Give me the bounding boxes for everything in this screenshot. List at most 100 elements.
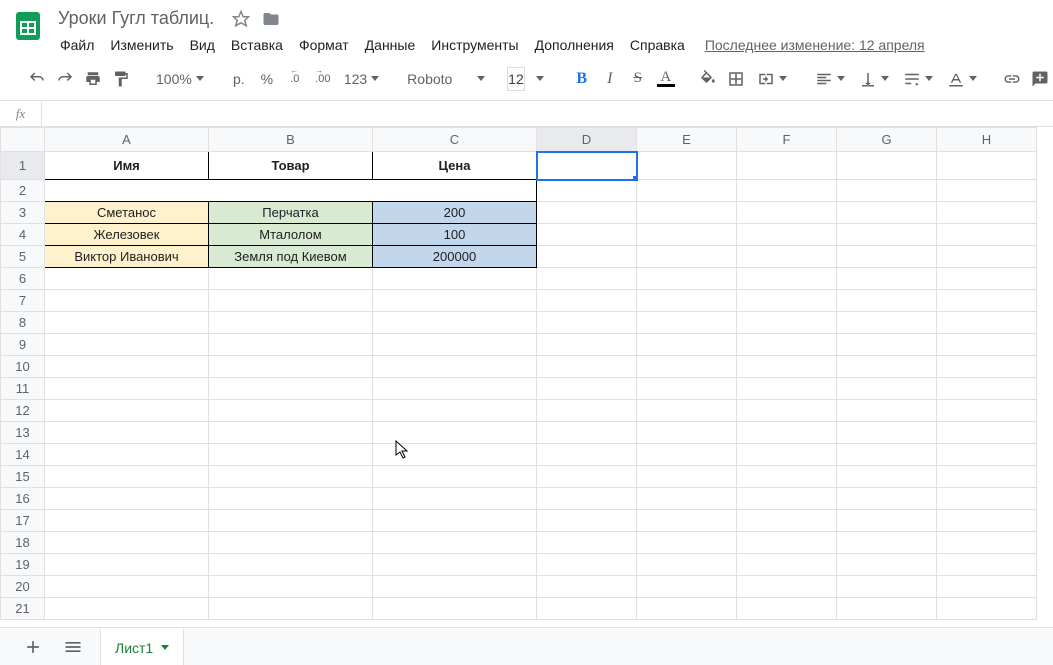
- cell[interactable]: [837, 576, 937, 598]
- cell[interactable]: [937, 532, 1037, 554]
- corner-select-all[interactable]: [1, 128, 45, 152]
- zoom-dropdown[interactable]: 100%: [150, 66, 210, 92]
- cell[interactable]: [737, 466, 837, 488]
- cell[interactable]: [537, 180, 637, 202]
- cell[interactable]: [637, 290, 737, 312]
- cell[interactable]: [373, 554, 537, 576]
- fill-color-button[interactable]: [695, 66, 721, 92]
- cell[interactable]: [537, 444, 637, 466]
- cell[interactable]: [373, 510, 537, 532]
- cell[interactable]: [209, 334, 373, 356]
- text-rotation-dropdown[interactable]: [941, 66, 983, 92]
- cell[interactable]: [373, 488, 537, 510]
- cell[interactable]: [637, 400, 737, 422]
- cell[interactable]: [637, 488, 737, 510]
- cell[interactable]: [937, 444, 1037, 466]
- merge-cells-dropdown[interactable]: [751, 66, 793, 92]
- paint-format-button[interactable]: [108, 66, 134, 92]
- cell[interactable]: [837, 488, 937, 510]
- cell[interactable]: [373, 466, 537, 488]
- number-format-dropdown[interactable]: 123: [338, 66, 385, 92]
- row-header[interactable]: 18: [1, 532, 45, 554]
- cell[interactable]: [45, 180, 537, 202]
- cell[interactable]: [837, 290, 937, 312]
- cell[interactable]: [537, 598, 637, 620]
- cell[interactable]: [937, 180, 1037, 202]
- cell[interactable]: [45, 554, 209, 576]
- cell[interactable]: [45, 466, 209, 488]
- cell[interactable]: [637, 576, 737, 598]
- formula-input[interactable]: [42, 101, 1053, 126]
- decrease-decimal-button[interactable]: .0←: [282, 66, 308, 92]
- menu-data[interactable]: Данные: [357, 33, 424, 57]
- cell[interactable]: [45, 488, 209, 510]
- star-icon[interactable]: [232, 10, 250, 28]
- cell[interactable]: [737, 268, 837, 290]
- cell[interactable]: [45, 356, 209, 378]
- cell[interactable]: [937, 224, 1037, 246]
- row-header[interactable]: 1: [1, 152, 45, 180]
- cell[interactable]: [837, 246, 937, 268]
- menu-view[interactable]: Вид: [182, 33, 223, 57]
- row-header[interactable]: 16: [1, 488, 45, 510]
- column-header[interactable]: E: [637, 128, 737, 152]
- cell[interactable]: [737, 510, 837, 532]
- cell[interactable]: [637, 356, 737, 378]
- sheets-logo[interactable]: [8, 6, 48, 46]
- cell[interactable]: [737, 180, 837, 202]
- cell[interactable]: Земля под Киевом: [209, 246, 373, 268]
- row-header[interactable]: 7: [1, 290, 45, 312]
- row-header[interactable]: 17: [1, 510, 45, 532]
- cell[interactable]: [837, 532, 937, 554]
- cell[interactable]: [637, 444, 737, 466]
- cell[interactable]: [737, 532, 837, 554]
- cell[interactable]: [373, 290, 537, 312]
- cell[interactable]: [537, 576, 637, 598]
- row-header[interactable]: 13: [1, 422, 45, 444]
- italic-button[interactable]: I: [597, 66, 623, 92]
- row-header[interactable]: 3: [1, 202, 45, 224]
- cell[interactable]: [937, 422, 1037, 444]
- cell[interactable]: [45, 400, 209, 422]
- cell[interactable]: [537, 224, 637, 246]
- cell[interactable]: [373, 422, 537, 444]
- cell[interactable]: 200: [373, 202, 537, 224]
- cell[interactable]: [209, 356, 373, 378]
- cell[interactable]: [737, 488, 837, 510]
- column-header[interactable]: B: [209, 128, 373, 152]
- add-sheet-button[interactable]: [20, 634, 46, 660]
- cell[interactable]: [837, 422, 937, 444]
- cell[interactable]: [209, 598, 373, 620]
- cell[interactable]: [209, 510, 373, 532]
- cell[interactable]: [209, 378, 373, 400]
- cell[interactable]: [937, 510, 1037, 532]
- cell[interactable]: [737, 400, 837, 422]
- cell[interactable]: [537, 488, 637, 510]
- cell[interactable]: [537, 356, 637, 378]
- cell[interactable]: [937, 268, 1037, 290]
- percent-button[interactable]: %: [254, 66, 280, 92]
- cell[interactable]: [937, 202, 1037, 224]
- cell[interactable]: [737, 312, 837, 334]
- cell[interactable]: [937, 246, 1037, 268]
- cell[interactable]: [45, 444, 209, 466]
- menu-addons[interactable]: Дополнения: [527, 33, 622, 57]
- last-edit-link[interactable]: Последнее изменение: 12 апреля: [705, 37, 925, 53]
- cell[interactable]: Товар: [209, 152, 373, 180]
- cell[interactable]: [373, 378, 537, 400]
- column-header[interactable]: D: [537, 128, 637, 152]
- menu-insert[interactable]: Вставка: [223, 33, 291, 57]
- cell[interactable]: [537, 152, 637, 180]
- cell[interactable]: [537, 510, 637, 532]
- cell[interactable]: [837, 466, 937, 488]
- cell[interactable]: [373, 356, 537, 378]
- cell[interactable]: [737, 576, 837, 598]
- row-header[interactable]: 6: [1, 268, 45, 290]
- cell[interactable]: [373, 400, 537, 422]
- all-sheets-button[interactable]: [60, 634, 86, 660]
- row-header[interactable]: 15: [1, 466, 45, 488]
- cell[interactable]: [637, 152, 737, 180]
- cell[interactable]: [209, 532, 373, 554]
- cell[interactable]: [537, 268, 637, 290]
- cell[interactable]: [937, 356, 1037, 378]
